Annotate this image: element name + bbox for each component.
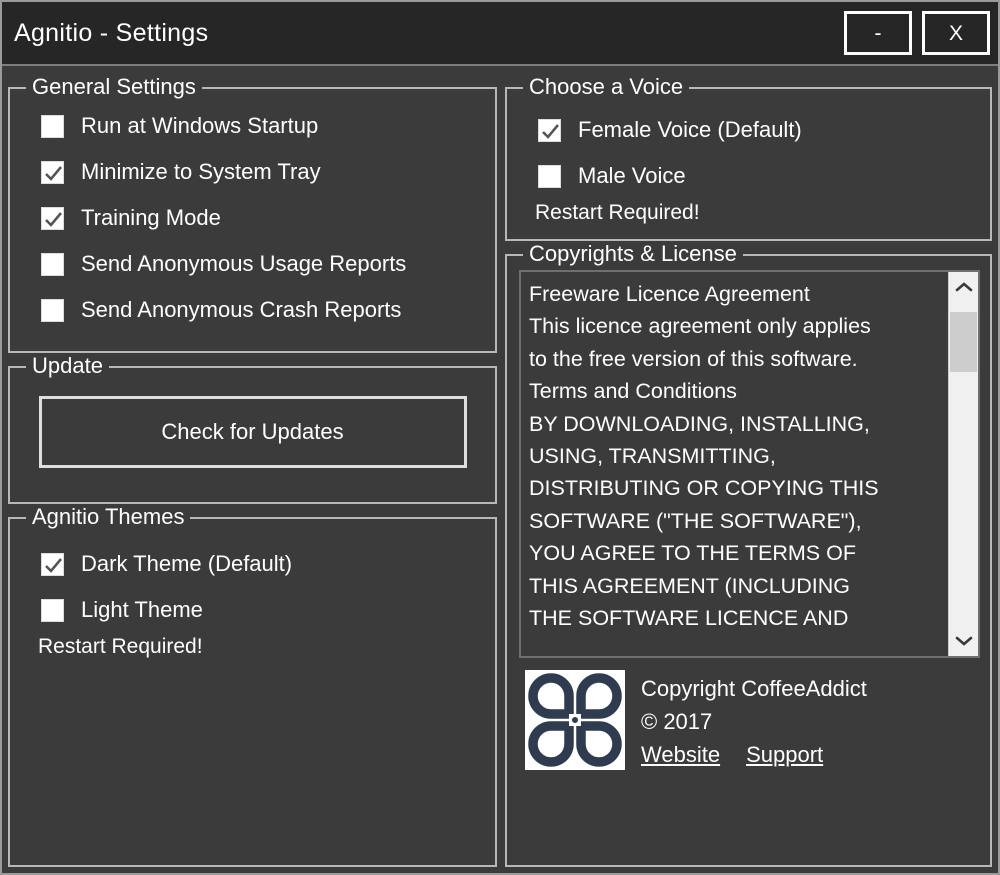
checkbox-label: Female Voice (Default) <box>578 117 802 143</box>
checkbox-label: Send Anonymous Crash Reports <box>81 297 401 323</box>
checkbox-box[interactable] <box>41 253 64 276</box>
themes-restart-note: Restart Required! <box>24 633 481 663</box>
scroll-down-button[interactable] <box>949 626 978 656</box>
copyright-line: Copyright CoffeeAddict <box>641 672 867 705</box>
checkbox-crash-reports[interactable]: Send Anonymous Crash Reports <box>24 287 481 333</box>
general-settings-group: General Settings Run at Windows Startup … <box>8 87 497 353</box>
checkbox-usage-reports[interactable]: Send Anonymous Usage Reports <box>24 241 481 287</box>
license-content: Freeware Licence Agreement This licence … <box>507 256 990 865</box>
license-textbox[interactable]: Freeware Licence Agreement This licence … <box>519 270 980 658</box>
checkbox-box[interactable] <box>41 553 64 576</box>
checkbox-box[interactable] <box>41 207 64 230</box>
general-settings-legend: General Settings <box>26 74 202 100</box>
settings-window: Agnitio - Settings - X General Settings … <box>0 0 1000 875</box>
update-content: Check for Updates <box>10 368 495 502</box>
scroll-up-button[interactable] <box>949 272 978 302</box>
license-legend: Copyrights & License <box>523 241 743 267</box>
left-column: General Settings Run at Windows Startup … <box>8 74 497 867</box>
footer-text-block: Copyright CoffeeAddict © 2017 Website Su… <box>641 670 867 771</box>
checkbox-light-theme[interactable]: Light Theme <box>24 587 481 633</box>
general-settings-items: Run at Windows Startup Minimize to Syste… <box>10 89 495 351</box>
footer-links: Website Support <box>641 738 867 771</box>
update-legend: Update <box>26 353 109 379</box>
scrollbar-track[interactable] <box>949 302 978 626</box>
themes-content: Dark Theme (Default) Light Theme Restart… <box>10 519 495 675</box>
window-controls: - X <box>844 11 990 55</box>
checkbox-label: Send Anonymous Usage Reports <box>81 251 406 277</box>
license-footer: Copyright CoffeeAddict © 2017 Website Su… <box>519 658 980 771</box>
checkbox-female-voice[interactable]: Female Voice (Default) <box>521 107 976 153</box>
checkbox-label: Light Theme <box>81 597 203 623</box>
close-button[interactable]: X <box>922 11 990 55</box>
voice-group: Choose a Voice Female Voice (Default) Ma… <box>505 87 992 241</box>
chevron-down-icon <box>955 635 973 647</box>
checkbox-label: Training Mode <box>81 205 221 231</box>
license-group: Copyrights & License Freeware Licence Ag… <box>505 254 992 867</box>
settings-body: General Settings Run at Windows Startup … <box>2 66 998 873</box>
checkmark-icon <box>43 209 64 230</box>
checkbox-box[interactable] <box>538 119 561 142</box>
checkbox-box[interactable] <box>41 161 64 184</box>
checkmark-icon <box>43 163 64 184</box>
copyright-year: © 2017 <box>641 705 867 738</box>
checkbox-label: Minimize to System Tray <box>81 159 321 185</box>
checkbox-box[interactable] <box>41 299 64 322</box>
chevron-up-icon <box>955 281 973 293</box>
check-for-updates-button[interactable]: Check for Updates <box>39 396 467 468</box>
voice-legend: Choose a Voice <box>523 74 689 100</box>
voice-content: Female Voice (Default) Male Voice Restar… <box>507 89 990 239</box>
checkbox-box[interactable] <box>41 599 64 622</box>
checkmark-icon <box>43 555 64 576</box>
license-scrollbar[interactable] <box>948 272 978 656</box>
checkbox-male-voice[interactable]: Male Voice <box>521 153 976 199</box>
support-link[interactable]: Support <box>746 738 823 771</box>
update-group: Update Check for Updates <box>8 366 497 504</box>
checkbox-run-at-startup[interactable]: Run at Windows Startup <box>24 103 481 149</box>
checkmark-icon <box>540 121 561 142</box>
right-column: Choose a Voice Female Voice (Default) Ma… <box>505 74 992 867</box>
checkbox-training-mode[interactable]: Training Mode <box>24 195 481 241</box>
themes-legend: Agnitio Themes <box>26 504 190 530</box>
window-title: Agnitio - Settings <box>2 19 208 48</box>
checkbox-dark-theme[interactable]: Dark Theme (Default) <box>24 541 481 587</box>
title-bar[interactable]: Agnitio - Settings - X <box>2 2 998 66</box>
checkbox-label: Run at Windows Startup <box>81 113 318 139</box>
checkbox-label: Dark Theme (Default) <box>81 551 292 577</box>
clover-loop-logo-icon <box>525 670 625 770</box>
themes-group: Agnitio Themes Dark Theme (Default) Ligh… <box>8 517 497 867</box>
checkbox-box[interactable] <box>41 115 64 138</box>
voice-restart-note: Restart Required! <box>521 199 976 229</box>
checkbox-label: Male Voice <box>578 163 686 189</box>
checkbox-box[interactable] <box>538 165 561 188</box>
scrollbar-thumb[interactable] <box>950 312 977 372</box>
license-text: Freeware Licence Agreement This licence … <box>521 272 948 656</box>
checkbox-minimize-to-tray[interactable]: Minimize to System Tray <box>24 149 481 195</box>
minimize-button[interactable]: - <box>844 11 912 55</box>
website-link[interactable]: Website <box>641 738 720 771</box>
